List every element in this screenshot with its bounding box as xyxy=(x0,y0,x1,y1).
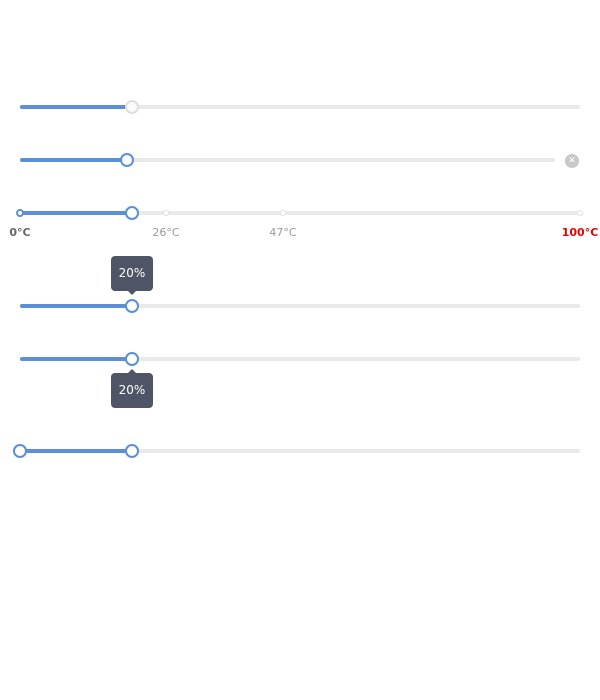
close-icon[interactable]: ✕ xyxy=(565,154,579,168)
slider-mark-dot xyxy=(280,210,286,216)
slider-mark-dot xyxy=(577,210,583,216)
slider-handle[interactable] xyxy=(125,299,139,313)
range-slider[interactable] xyxy=(13,439,580,463)
mark-label[interactable]: 26°C xyxy=(152,226,179,240)
mark-label-min[interactable]: 0°C xyxy=(9,226,30,240)
slider-mark-start-dot xyxy=(16,209,24,217)
slider-track[interactable] xyxy=(20,211,132,215)
mark-label-max[interactable]: 100°C xyxy=(562,226,599,240)
tooltip-top-slider[interactable] xyxy=(20,294,580,318)
slider-track[interactable] xyxy=(20,449,132,453)
slider-handle-disabled xyxy=(125,100,139,114)
slider-mark-dot xyxy=(163,210,169,216)
clearable-slider[interactable] xyxy=(20,148,555,172)
marks-slider[interactable] xyxy=(16,201,583,225)
slider-handle-start[interactable] xyxy=(13,444,27,458)
slider-tooltip: 20% xyxy=(111,256,153,295)
disabled-slider xyxy=(20,95,580,119)
slider-tooltip: 20% xyxy=(111,369,153,408)
slider-track[interactable] xyxy=(20,304,132,308)
slider-handle[interactable] xyxy=(120,153,134,167)
tooltip-bottom-slider[interactable] xyxy=(20,347,580,371)
slider-handle-end[interactable] xyxy=(125,444,139,458)
mark-label[interactable]: 47°C xyxy=(269,226,296,240)
slider-track[interactable] xyxy=(20,158,127,162)
slider-handle[interactable] xyxy=(125,352,139,366)
slider-track xyxy=(20,105,132,109)
slider-handle[interactable] xyxy=(125,206,139,220)
slider-track[interactable] xyxy=(20,357,132,361)
slider-demo-page: ✕ 0°C 26°C 47°C 100°C 20% 20% xyxy=(0,0,600,700)
